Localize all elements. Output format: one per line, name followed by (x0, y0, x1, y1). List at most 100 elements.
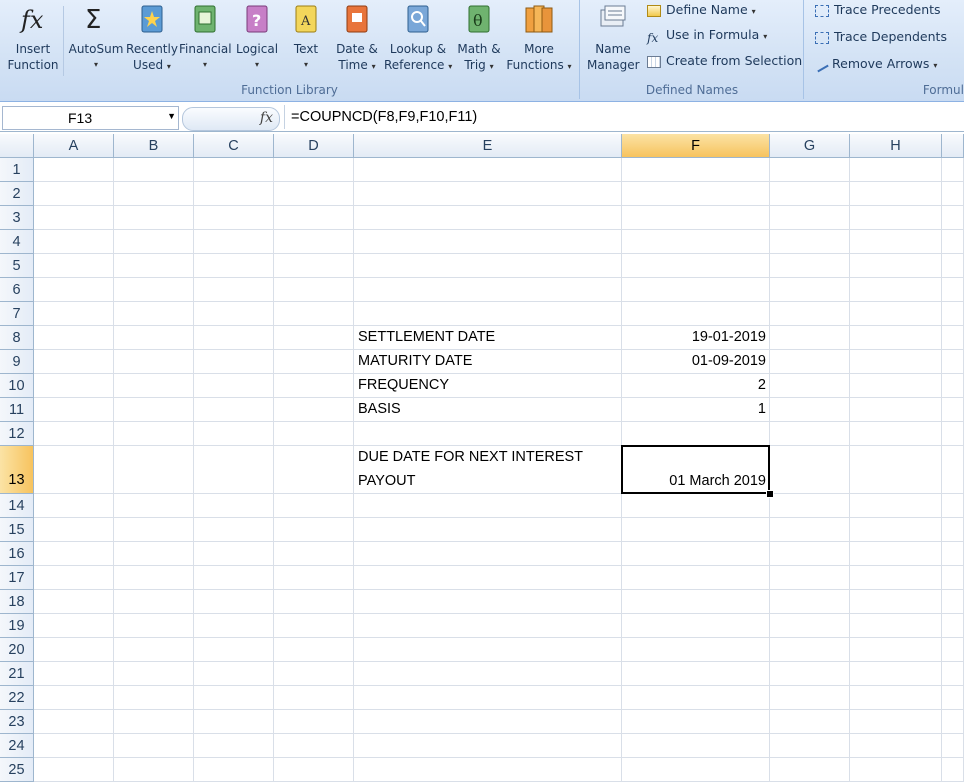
cell-a1[interactable] (34, 158, 114, 182)
cell-partial-1[interactable] (942, 158, 964, 182)
cell-c2[interactable] (194, 182, 274, 206)
financial-button[interactable]: Financial ▾ (179, 2, 232, 73)
trace-dependents-button[interactable]: Trace Dependents (815, 27, 947, 47)
cell-g20[interactable] (770, 638, 850, 662)
cell-g9[interactable] (770, 350, 850, 374)
cell-b22[interactable] (114, 686, 194, 710)
more-functions-button[interactable]: More Functions ▾ (505, 2, 573, 75)
cell-d6[interactable] (274, 278, 354, 302)
cell-h21[interactable] (850, 662, 942, 686)
row-header-3[interactable]: 3 (0, 206, 34, 230)
cell-g3[interactable] (770, 206, 850, 230)
cell-b10[interactable] (114, 374, 194, 398)
cell-h9[interactable] (850, 350, 942, 374)
row-header-21[interactable]: 21 (0, 662, 34, 686)
cell-e16[interactable] (354, 542, 622, 566)
cell-h19[interactable] (850, 614, 942, 638)
cell-partial-16[interactable] (942, 542, 964, 566)
cell-d11[interactable] (274, 398, 354, 422)
cell-a24[interactable] (34, 734, 114, 758)
cell-a15[interactable] (34, 518, 114, 542)
cell-g22[interactable] (770, 686, 850, 710)
cell-c25[interactable] (194, 758, 274, 782)
cell-a21[interactable] (34, 662, 114, 686)
cell-g7[interactable] (770, 302, 850, 326)
cell-a8[interactable] (34, 326, 114, 350)
cell-partial-23[interactable] (942, 710, 964, 734)
row-header-8[interactable]: 8 (0, 326, 34, 350)
row-header-19[interactable]: 19 (0, 614, 34, 638)
cell-b1[interactable] (114, 158, 194, 182)
cell-partial-15[interactable] (942, 518, 964, 542)
cell-partial-2[interactable] (942, 182, 964, 206)
formula-input[interactable]: =COUPNCD(F8,F9,F10,F11) (284, 105, 964, 129)
cell-h6[interactable] (850, 278, 942, 302)
cell-f3[interactable] (622, 206, 770, 230)
cell-g10[interactable] (770, 374, 850, 398)
column-header-h[interactable]: H (850, 134, 942, 158)
cell-a12[interactable] (34, 422, 114, 446)
cell-g17[interactable] (770, 566, 850, 590)
cell-c11[interactable] (194, 398, 274, 422)
cell-h7[interactable] (850, 302, 942, 326)
cell-c16[interactable] (194, 542, 274, 566)
cell-d2[interactable] (274, 182, 354, 206)
cell-partial-22[interactable] (942, 686, 964, 710)
cell-f22[interactable] (622, 686, 770, 710)
cell-partial-8[interactable] (942, 326, 964, 350)
cell-g2[interactable] (770, 182, 850, 206)
cell-c21[interactable] (194, 662, 274, 686)
cell-d19[interactable] (274, 614, 354, 638)
cell-d23[interactable] (274, 710, 354, 734)
cell-a11[interactable] (34, 398, 114, 422)
cell-f6[interactable] (622, 278, 770, 302)
cell-h17[interactable] (850, 566, 942, 590)
recently-used-button[interactable]: Recently Used ▾ (126, 2, 178, 75)
cell-partial-24[interactable] (942, 734, 964, 758)
cell-c12[interactable] (194, 422, 274, 446)
cell-b24[interactable] (114, 734, 194, 758)
logical-button[interactable]: ? Logical ▾ (232, 2, 282, 73)
row-header-25[interactable]: 25 (0, 758, 34, 782)
cell-g13[interactable] (770, 446, 850, 494)
cell-c10[interactable] (194, 374, 274, 398)
select-all-corner[interactable] (0, 134, 34, 158)
cell-h2[interactable] (850, 182, 942, 206)
cell-b6[interactable] (114, 278, 194, 302)
row-header-15[interactable]: 15 (0, 518, 34, 542)
cell-b16[interactable] (114, 542, 194, 566)
cell-d20[interactable] (274, 638, 354, 662)
column-header-d[interactable]: D (274, 134, 354, 158)
cell-partial-10[interactable] (942, 374, 964, 398)
text-button[interactable]: A Text ▾ (283, 2, 329, 73)
cell-h14[interactable] (850, 494, 942, 518)
cell-a2[interactable] (34, 182, 114, 206)
chevron-down-icon[interactable]: ▼ (167, 111, 176, 121)
cell-g11[interactable] (770, 398, 850, 422)
cell-e20[interactable] (354, 638, 622, 662)
cell-b17[interactable] (114, 566, 194, 590)
cell-e12[interactable] (354, 422, 622, 446)
row-header-14[interactable]: 14 (0, 494, 34, 518)
row-header-17[interactable]: 17 (0, 566, 34, 590)
autosum-button[interactable]: Σ AutoSum ▾ (68, 2, 124, 73)
cell-g12[interactable] (770, 422, 850, 446)
cell-g24[interactable] (770, 734, 850, 758)
cell-f21[interactable] (622, 662, 770, 686)
cell-g8[interactable] (770, 326, 850, 350)
cell-h16[interactable] (850, 542, 942, 566)
row-header-7[interactable]: 7 (0, 302, 34, 326)
cell-h8[interactable] (850, 326, 942, 350)
cell-e25[interactable] (354, 758, 622, 782)
cell-a16[interactable] (34, 542, 114, 566)
cell-partial-12[interactable] (942, 422, 964, 446)
cell-h22[interactable] (850, 686, 942, 710)
row-header-22[interactable]: 22 (0, 686, 34, 710)
cell-a9[interactable] (34, 350, 114, 374)
cell-b15[interactable] (114, 518, 194, 542)
cell-b25[interactable] (114, 758, 194, 782)
cell-b4[interactable] (114, 230, 194, 254)
column-header-partial[interactable] (942, 134, 964, 158)
cell-f23[interactable] (622, 710, 770, 734)
cell-d25[interactable] (274, 758, 354, 782)
